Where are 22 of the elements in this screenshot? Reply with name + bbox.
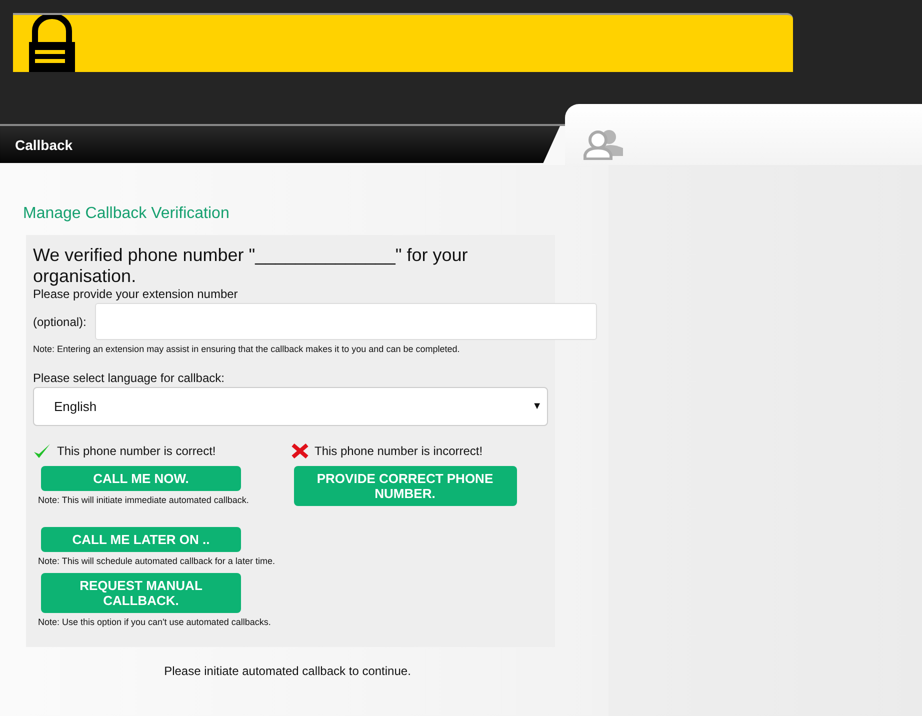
- page-title: Manage Callback Verification: [23, 204, 230, 224]
- extension-label: (optional):: [33, 314, 86, 328]
- extension-note: Note: Entering an extension may assist in ensuring that the callback makes it to you and can be completed.: [33, 344, 461, 354]
- checkmark-icon: [33, 443, 51, 459]
- button-note: Note: Use this option if you can't use automated callbacks.: [38, 617, 272, 627]
- extension-input[interactable]: [95, 303, 598, 340]
- correct-label: This phone number is correct!: [57, 444, 216, 458]
- verification-heading: We verified phone number "______________" for your organisation.: [33, 245, 469, 287]
- callback-button[interactable]: REQUEST MANUAL CALLBACK.: [41, 573, 241, 613]
- language-label: Please select language for callback:: [33, 371, 226, 385]
- callback-tab[interactable]: Callback: [15, 136, 73, 152]
- provide-number-button[interactable]: PROVIDE CORRECT PHONE NUMBER.: [294, 466, 516, 506]
- button-note: Note: This will schedule automated callback for a later time.: [38, 556, 276, 566]
- callback-button[interactable]: CALL ME LATER ON ..: [41, 527, 241, 552]
- extension-label: Please provide your extension number: [33, 287, 239, 301]
- button-note: Note: This will initiate immediate automated callback.: [38, 495, 250, 505]
- users-icon[interactable]: [583, 128, 625, 160]
- language-dropdown[interactable]: English ▼: [33, 387, 548, 426]
- status-message: Please initiate automated callback to continue.: [163, 664, 412, 678]
- incorrect-label: This phone number is incorrect!: [314, 444, 483, 458]
- callback-button[interactable]: CALL ME NOW.: [41, 466, 241, 491]
- cross-icon: [290, 443, 308, 459]
